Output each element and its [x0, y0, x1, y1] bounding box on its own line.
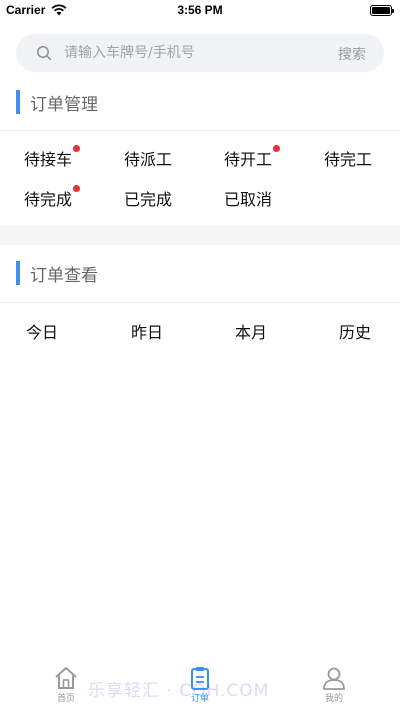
- order-item-label: 待完工: [324, 150, 373, 169]
- search-input[interactable]: [64, 34, 324, 72]
- order-item-pending-pickup[interactable]: 待接车: [24, 145, 81, 170]
- search-icon: [37, 46, 52, 61]
- clock: 3:56 PM: [177, 3, 223, 17]
- order-management-header: 订单管理: [16, 89, 98, 115]
- order-item-pending-start[interactable]: 待开工: [224, 145, 281, 170]
- order-item-label: 已完成: [124, 190, 173, 209]
- order-item-label: 已取消: [224, 190, 273, 209]
- search-button[interactable]: 搜索: [338, 44, 366, 64]
- order-item-pending-complete[interactable]: 待完成: [24, 185, 81, 210]
- tab-label: 我的: [324, 694, 343, 704]
- order-item-label: 待开工: [224, 150, 273, 169]
- order-item-label: 待派工: [124, 150, 173, 169]
- status-bar: Carrier 3:56 PM: [0, 0, 400, 20]
- notification-dot: [73, 185, 81, 192]
- order-item-cancelled[interactable]: 已取消: [224, 186, 272, 210]
- order-item-pending-finish-work[interactable]: 待完工: [324, 146, 372, 170]
- section-title-order-management: 订单管理: [30, 94, 98, 115]
- accent-bar: [16, 90, 20, 114]
- notification-dot: [73, 145, 81, 152]
- view-item-this-month[interactable]: 本月: [235, 319, 267, 343]
- person-icon: [323, 667, 345, 690]
- tab-home[interactable]: 首页: [36, 666, 96, 706]
- clipboard-icon: [191, 667, 209, 690]
- tab-label: 首页: [56, 694, 75, 704]
- notification-dot: [273, 145, 281, 152]
- section-separator: [0, 225, 400, 245]
- order-item-label: 待接车: [24, 150, 73, 169]
- accent-bar: [16, 261, 20, 285]
- section-title-order-view: 订单查看: [30, 265, 98, 286]
- view-item-history[interactable]: 历史: [339, 319, 371, 343]
- order-item-pending-dispatch[interactable]: 待派工: [124, 146, 172, 170]
- order-item-label: 待完成: [24, 190, 73, 209]
- search-bar[interactable]: 搜索: [16, 34, 384, 72]
- view-item-today[interactable]: 今日: [26, 319, 58, 343]
- tab-orders[interactable]: 订单: [170, 666, 230, 706]
- order-view-header: 订单查看: [16, 260, 98, 286]
- order-item-completed[interactable]: 已完成: [124, 186, 172, 210]
- home-icon: [55, 667, 77, 689]
- tab-label: 订单: [190, 694, 209, 704]
- divider: [0, 130, 400, 131]
- view-item-yesterday[interactable]: 昨日: [131, 319, 163, 343]
- tab-profile[interactable]: 我的: [304, 666, 364, 706]
- battery-icon: [370, 5, 394, 16]
- divider: [0, 302, 400, 303]
